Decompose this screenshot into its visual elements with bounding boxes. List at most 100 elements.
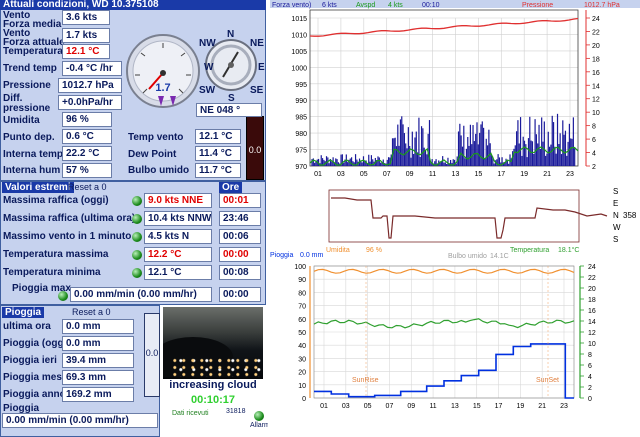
webcam-lights (173, 357, 263, 377)
indoor-temp-label: Interna temp (3, 149, 64, 160)
y-tick-left: 70 (298, 304, 306, 311)
webcam-caption: increasing cloud (169, 379, 257, 391)
extreme-led (132, 268, 142, 278)
y-tick-right: 12 (592, 97, 600, 104)
y-tick-left: 995 (295, 82, 307, 89)
page-title: Attuali condizioni, WD 10.375108 (3, 0, 159, 10)
extreme-led (132, 250, 142, 260)
y-tick-left: 10 (298, 383, 306, 390)
rain-reset[interactable]: Reset a 0 (72, 307, 111, 317)
compass-ne: NE (250, 38, 264, 49)
rain-label: Pioggia anno (3, 389, 66, 400)
dir-label: W (613, 223, 621, 232)
rain-label: ultima ora (3, 321, 51, 332)
trend-label: Trend temp (3, 63, 57, 74)
rain-label: Pioggia mese (3, 372, 68, 383)
y-tick-left: 80 (298, 290, 306, 297)
extreme-label: Temperatura massima (3, 249, 109, 260)
x-tick: 09 (406, 171, 414, 178)
x-tick: 15 (473, 403, 481, 410)
x-tick: 19 (520, 171, 528, 178)
x-tick: 11 (429, 403, 436, 410)
x-tick: 17 (495, 403, 503, 410)
legend-humidity: Umidita (326, 247, 350, 254)
x-tick: 07 (386, 403, 394, 410)
x-tick: 03 (342, 403, 350, 410)
clock-display: 00:10:17 (190, 394, 236, 406)
y-tick-left: 100 (294, 264, 306, 271)
x-tick: 03 (337, 171, 345, 178)
dew-value: 0.6 °C (62, 129, 112, 144)
dew-label: Punto dep. (3, 132, 55, 143)
x-tick: 13 (451, 403, 459, 410)
compass-se: SE (250, 85, 264, 96)
extreme-time: 00:00 (219, 247, 261, 262)
y-tick-right: 22 (592, 29, 600, 36)
x-tick: 11 (429, 171, 436, 178)
extreme-value: 12.1 °C (144, 265, 212, 280)
legend-rain-value: 0.0 mm (300, 252, 324, 259)
trend-value: -0.4 °C /hr (62, 61, 122, 76)
indoor-temp-value: 22.2 °C (62, 146, 112, 161)
y-tick-right: 8 (592, 124, 596, 131)
dir-label: N (613, 211, 619, 220)
y-tick-left: 1010 (291, 32, 307, 39)
extreme-value: 10.4 kts NNW (144, 211, 212, 226)
rain-value: 0.0 mm (62, 336, 134, 351)
rain-max-value: 0.00 mm/min (0.00 mm/hr) (70, 287, 212, 302)
extreme-label: Temperatura minima (3, 267, 101, 278)
x-tick: 05 (360, 171, 368, 178)
y-tick-right: 0 (588, 396, 592, 403)
y-tick-right: 20 (588, 286, 596, 293)
x-tick: 23 (560, 403, 568, 410)
y-tick-left: 980 (295, 131, 307, 138)
compass-n: N (227, 29, 235, 40)
extreme-time: 00:06 (219, 229, 261, 244)
rain-value: 169.2 mm (62, 387, 134, 402)
indoor-hum-label: Interna hum (3, 165, 61, 176)
wetbulb-label: Bulbo umido (128, 165, 190, 176)
rain-max-time: 00:00 (219, 287, 261, 302)
legend-text: Pressione (522, 2, 553, 9)
pressure-label: Pressione (3, 80, 51, 91)
extreme-value: 9.0 kts NNE (144, 193, 212, 208)
x-tick: 17 (497, 171, 505, 178)
y-tick-right: 18 (588, 297, 596, 304)
y-tick-right: 6 (592, 137, 596, 144)
extreme-led (132, 196, 142, 206)
y-tick-right: 12 (588, 330, 596, 337)
rain-value: 0.0 mm (62, 319, 134, 334)
extreme-label: Massima raffica (oggi) (3, 195, 109, 206)
temperature-label: Temperatura (3, 46, 63, 57)
extreme-label: Massimo vento in 1 minuto (3, 231, 132, 242)
y-tick-left: 30 (298, 356, 306, 363)
extremes-reset[interactable]: Reset a 0 (68, 182, 107, 192)
rain-side-meter-value: 0.0 (145, 348, 159, 358)
legend-temperature: Temperatura (510, 247, 549, 254)
wind-direction-chart: SENWS358 (325, 188, 640, 246)
windchill-label: Temp vento (128, 132, 184, 143)
y-tick-right: 24 (588, 264, 596, 271)
y-tick-right: 4 (588, 374, 592, 381)
pressure-value: 1012.7 hPa (58, 78, 122, 93)
rain-value: 39.4 mm (62, 353, 134, 368)
wind-pressure-chart: Forza vento) 6 kts Avspd 4 kts 00:10 Pression… (270, 0, 640, 180)
rain-label: Pioggia (oggi) (3, 338, 70, 349)
dir-label: E (613, 199, 618, 208)
rain-max-led (58, 291, 68, 301)
compass-e: E (258, 62, 265, 73)
legend-temperature-value: 18.1°C (558, 246, 579, 254)
y-tick-left: 975 (295, 148, 307, 155)
dir-label: S (613, 188, 618, 196)
webcam-image (163, 307, 263, 379)
extreme-led (132, 214, 142, 224)
y-tick-right: 4 (592, 151, 596, 158)
y-tick-right: 18 (592, 56, 600, 63)
rain-header: Pioggia (2, 307, 45, 318)
extreme-value: 12.2 °C (144, 247, 212, 262)
legend-text: 6 kts (322, 2, 337, 9)
x-tick: 19 (516, 403, 524, 410)
x-tick: 21 (543, 171, 551, 178)
sunset-label: SunSet (536, 377, 559, 384)
y-tick-right: 6 (588, 363, 592, 370)
